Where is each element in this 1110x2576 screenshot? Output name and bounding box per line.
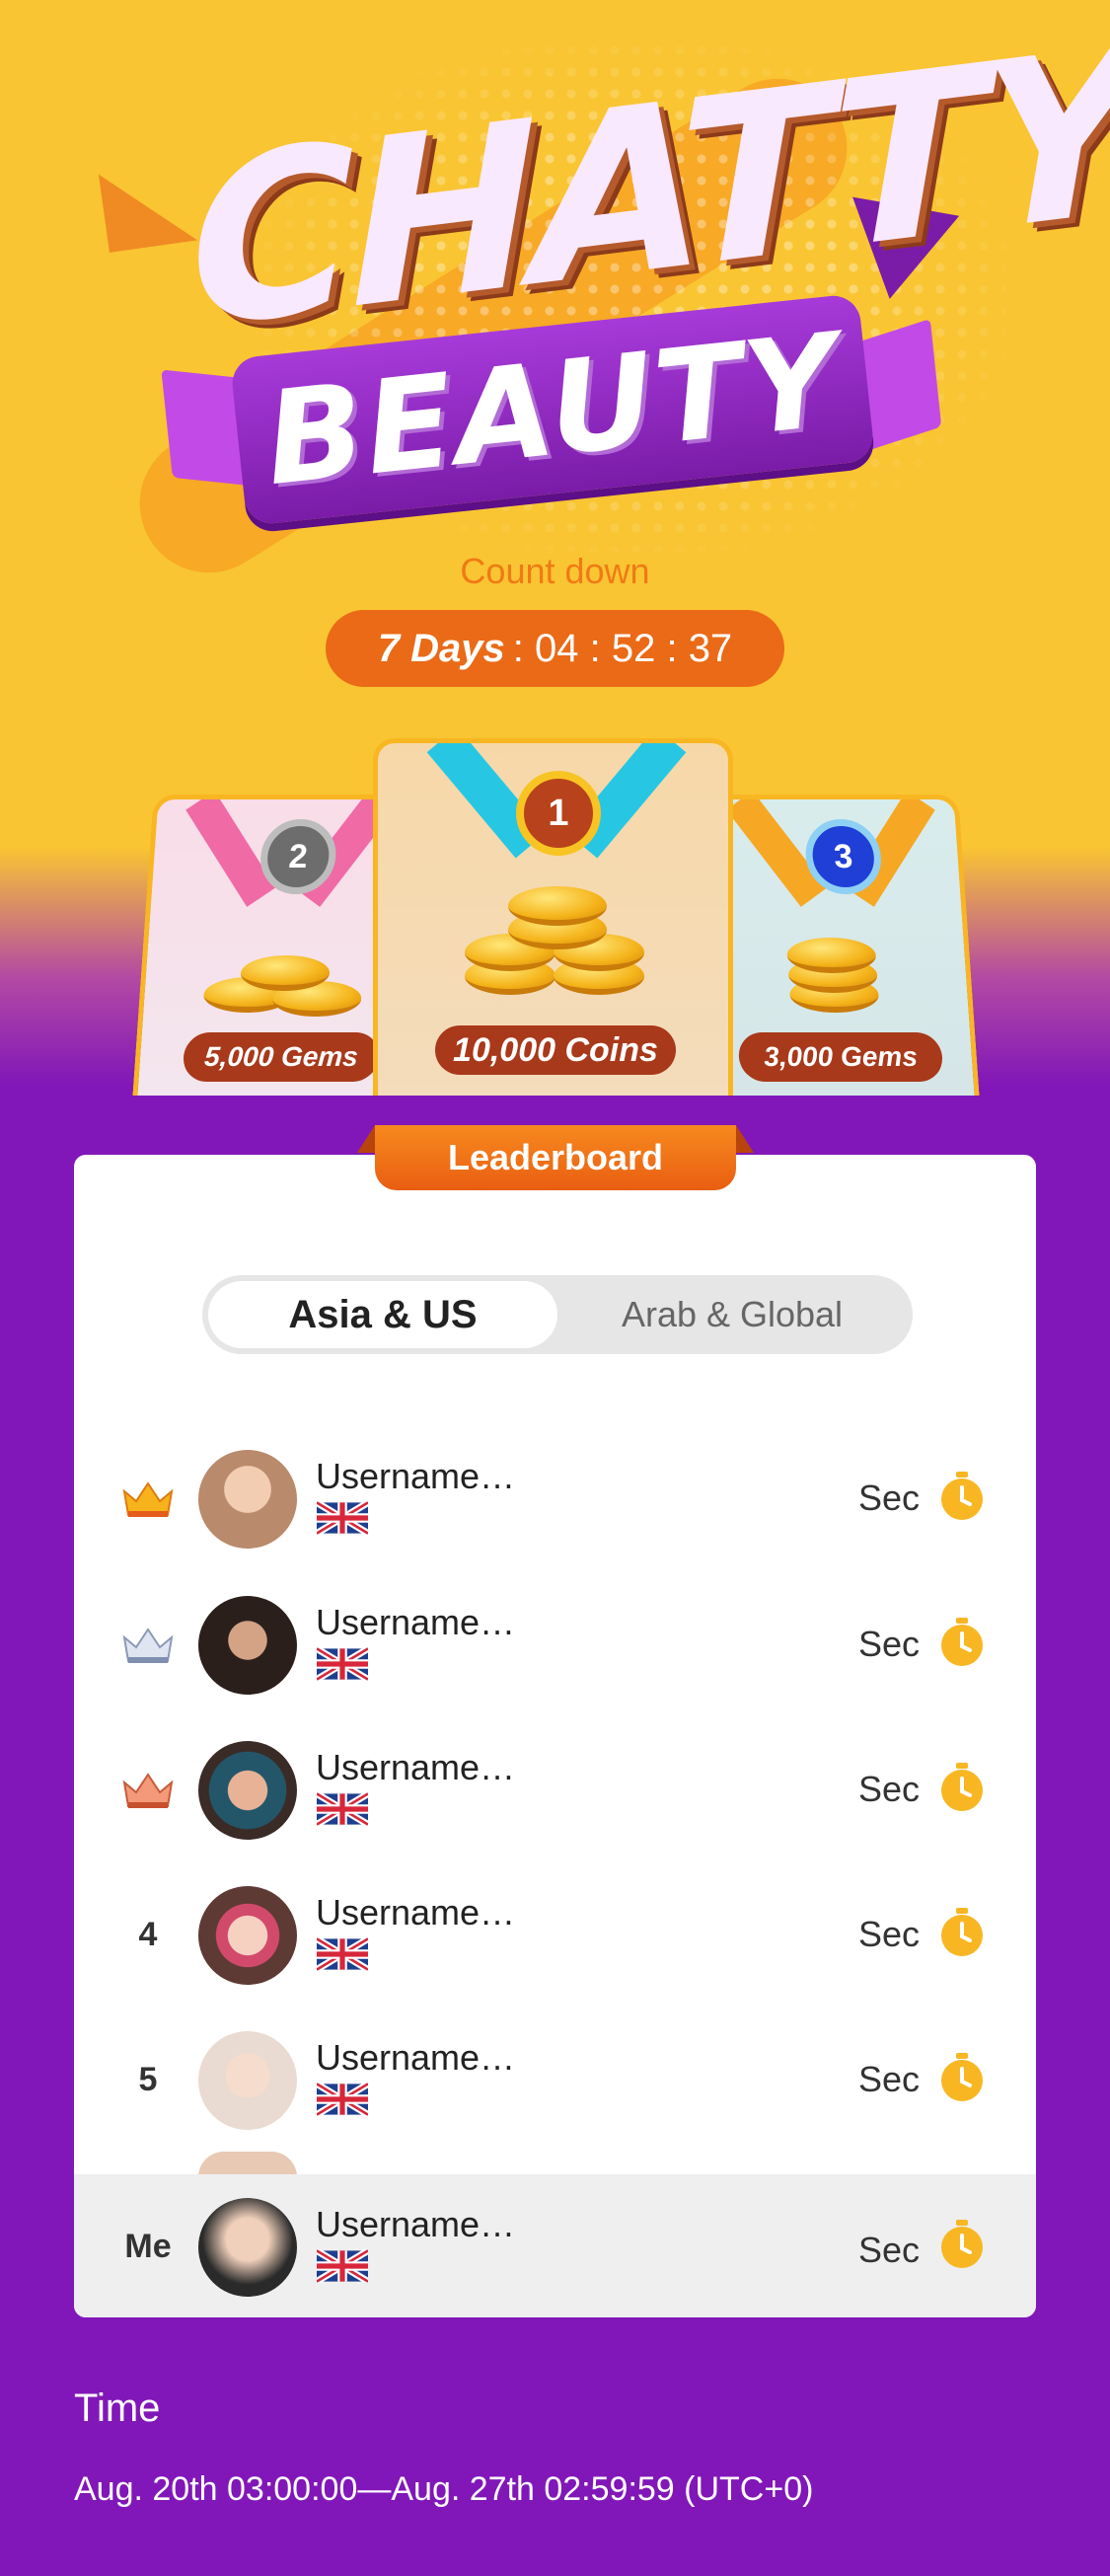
- countdown-time: : 04 : 52 : 37: [512, 626, 733, 670]
- coins-icon: [785, 938, 900, 1026]
- coins-icon: [465, 876, 652, 1005]
- score-label: Sec: [857, 1914, 920, 1954]
- leaderboard-row[interactable]: Username… Sec: [74, 1717, 1036, 1862]
- banner-decor-triangle-left: [98, 162, 198, 253]
- username: Username…: [316, 1456, 516, 1496]
- countdown-timer: 7 Days : 04 : 52 : 37: [326, 610, 784, 687]
- countdown-days: 7 Days: [377, 626, 505, 670]
- username: Username…: [316, 1747, 516, 1787]
- rank-number: 4: [138, 1916, 158, 1953]
- avatar[interactable]: [198, 2031, 297, 2130]
- leaderboard-row[interactable]: 4 Username… Sec: [74, 1862, 1036, 2008]
- my-rank-row[interactable]: Me Username… Sec: [74, 2174, 1036, 2317]
- avatar[interactable]: [198, 1886, 297, 1985]
- uk-flag-icon: [317, 1501, 368, 1535]
- prize-label-1: 10,000 Coins: [435, 1025, 676, 1075]
- medal-1-icon: 1: [516, 771, 601, 856]
- stopwatch-icon: [941, 2220, 983, 2268]
- avatar[interactable]: [198, 1596, 297, 1695]
- rank-number: 5: [138, 2061, 158, 2098]
- prize-card-1: 1 10,000 Coins: [373, 738, 733, 1096]
- uk-flag-icon: [317, 1937, 368, 1971]
- leaderboard-row[interactable]: 5 Username… Sec: [74, 2008, 1036, 2153]
- leaderboard-row[interactable]: Username… Sec: [74, 1572, 1036, 1717]
- uk-flag-icon: [317, 1792, 368, 1826]
- banner-title-line2: BEAUTY: [259, 304, 847, 515]
- rank-label-me: Me: [124, 2228, 172, 2265]
- countdown-label: Count down: [460, 551, 650, 591]
- uk-flag-icon: [317, 2249, 368, 2283]
- score-label: Sec: [857, 1477, 920, 1518]
- score-label: Sec: [857, 1769, 920, 1809]
- rank-cell: [94, 1426, 202, 1571]
- score-label: Sec: [857, 2230, 920, 2270]
- uk-flag-icon: [317, 1647, 368, 1681]
- prize-card-3: 3 3,000 Gems: [692, 795, 980, 1096]
- segment-asia-us[interactable]: Asia & US: [208, 1281, 557, 1348]
- banner-ribbon: BEAUTY: [161, 293, 942, 526]
- stopwatch-icon: [941, 1472, 983, 1520]
- score-label: Sec: [857, 2059, 920, 2099]
- coins-icon: [201, 947, 375, 1026]
- gold-crown-icon: [122, 1480, 174, 1517]
- event-time-range: Aug. 20th 03:00:00—Aug. 27th 02:59:59 (U…: [74, 2470, 814, 2508]
- stopwatch-icon: [941, 2053, 983, 2101]
- avatar[interactable]: [198, 2198, 297, 2297]
- rank-cell: [94, 1572, 202, 1717]
- avatar[interactable]: [198, 1741, 297, 1840]
- leaderboard-tab-ear: [357, 1125, 375, 1153]
- avatar[interactable]: [198, 1450, 297, 1549]
- leaderboard-tab-ear: [736, 1125, 754, 1153]
- score-label: Sec: [857, 1624, 920, 1664]
- silver-crown-icon: [122, 1627, 174, 1663]
- leaderboard-tab-label: Leaderboard: [375, 1125, 736, 1190]
- username: Username…: [316, 2204, 516, 2244]
- rank-cell: [94, 1717, 202, 1862]
- bronze-crown-icon: [122, 1772, 174, 1808]
- username: Username…: [316, 1602, 516, 1642]
- segment-arab-global[interactable]: Arab & Global: [557, 1281, 907, 1348]
- stopwatch-icon: [941, 1618, 983, 1666]
- username: Username…: [316, 2037, 516, 2078]
- uk-flag-icon: [317, 2083, 368, 2116]
- leaderboard-card: Asia & US Arab & Global Username… Sec Us…: [74, 1155, 1036, 2317]
- time-section-title: Time: [74, 2387, 161, 2430]
- leaderboard-row[interactable]: Username… Sec: [74, 1426, 1036, 1571]
- username: Username…: [316, 1892, 516, 1932]
- prize-label-2: 5,000 Gems: [182, 1032, 381, 1082]
- region-segmented-control: Asia & US Arab & Global: [202, 1275, 913, 1354]
- prize-label-3: 3,000 Gems: [737, 1032, 944, 1082]
- stopwatch-icon: [941, 1908, 983, 1956]
- stopwatch-icon: [941, 1763, 983, 1811]
